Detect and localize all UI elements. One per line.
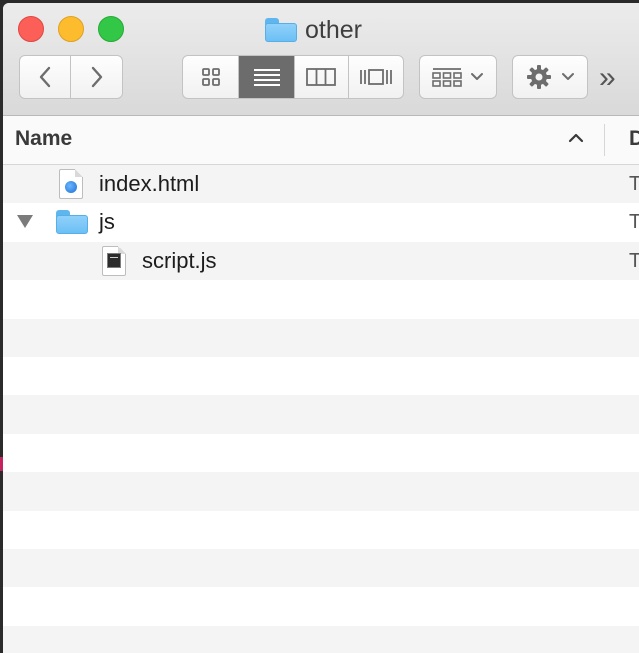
folder-icon bbox=[56, 210, 88, 235]
list-icon bbox=[253, 69, 280, 86]
columns-icon bbox=[306, 68, 337, 86]
folder-icon bbox=[265, 18, 297, 42]
chevron-left-icon bbox=[39, 66, 51, 88]
view-mode-control bbox=[182, 55, 404, 99]
empty-row bbox=[3, 356, 639, 396]
file-name: js bbox=[99, 209, 115, 235]
chevron-up-icon[interactable] bbox=[568, 132, 584, 144]
toolbar-area: other » bbox=[3, 3, 639, 116]
html-document-icon bbox=[59, 169, 83, 199]
column-view-button[interactable] bbox=[295, 56, 349, 98]
overflow-label: » bbox=[599, 61, 616, 94]
chevron-right-icon bbox=[91, 66, 102, 88]
back-forward-control bbox=[19, 55, 123, 99]
window-title: other bbox=[265, 15, 362, 45]
empty-row bbox=[3, 625, 639, 653]
gallery-icon bbox=[359, 69, 392, 85]
icon-view-button[interactable] bbox=[183, 56, 240, 98]
close-window-button[interactable] bbox=[18, 16, 44, 42]
chevron-down-icon bbox=[471, 73, 483, 80]
file-date: T bbox=[629, 173, 639, 195]
file-name: index.html bbox=[99, 171, 200, 196]
minimize-window-button[interactable] bbox=[58, 16, 84, 42]
grid-icon bbox=[201, 68, 220, 86]
empty-row bbox=[3, 548, 639, 588]
name-column-header[interactable]: Name bbox=[15, 127, 72, 151]
list-item[interactable]: js T bbox=[3, 203, 639, 242]
file-name: script.js bbox=[142, 247, 217, 273]
forward-button[interactable] bbox=[71, 56, 122, 98]
gallery-view-button[interactable] bbox=[349, 56, 404, 98]
column-divider[interactable] bbox=[604, 124, 605, 156]
back-button[interactable] bbox=[20, 56, 72, 98]
empty-row bbox=[3, 472, 639, 511]
file-list: index.html T js T script.js T bbox=[3, 165, 639, 653]
arrange-icon bbox=[432, 68, 462, 87]
window-title-text: other bbox=[305, 15, 362, 44]
empty-row bbox=[3, 433, 639, 473]
gear-icon bbox=[527, 65, 551, 89]
file-date: T bbox=[629, 249, 639, 272]
column-header: Name D bbox=[3, 116, 639, 165]
toolbar-overflow-button[interactable]: » bbox=[599, 61, 616, 95]
edge-marker bbox=[0, 457, 3, 471]
file-date: T bbox=[629, 211, 639, 234]
date-column-header[interactable]: D bbox=[629, 127, 639, 151]
empty-row bbox=[3, 587, 639, 626]
empty-row bbox=[3, 318, 639, 357]
disclosure-triangle-icon[interactable] bbox=[17, 215, 33, 229]
empty-row bbox=[3, 280, 639, 319]
empty-row bbox=[3, 510, 639, 549]
action-button[interactable] bbox=[512, 55, 588, 99]
script-document-icon bbox=[102, 245, 126, 276]
list-view-button[interactable] bbox=[239, 56, 295, 98]
zoom-window-button[interactable] bbox=[98, 16, 124, 42]
chevron-down-icon bbox=[562, 73, 574, 80]
list-item[interactable]: script.js T bbox=[3, 241, 639, 281]
arrange-button[interactable] bbox=[419, 55, 497, 99]
finder-window: other » Name D index.html T js T script.… bbox=[3, 3, 639, 653]
list-item[interactable]: index.html T bbox=[3, 165, 639, 204]
empty-row bbox=[3, 395, 639, 434]
